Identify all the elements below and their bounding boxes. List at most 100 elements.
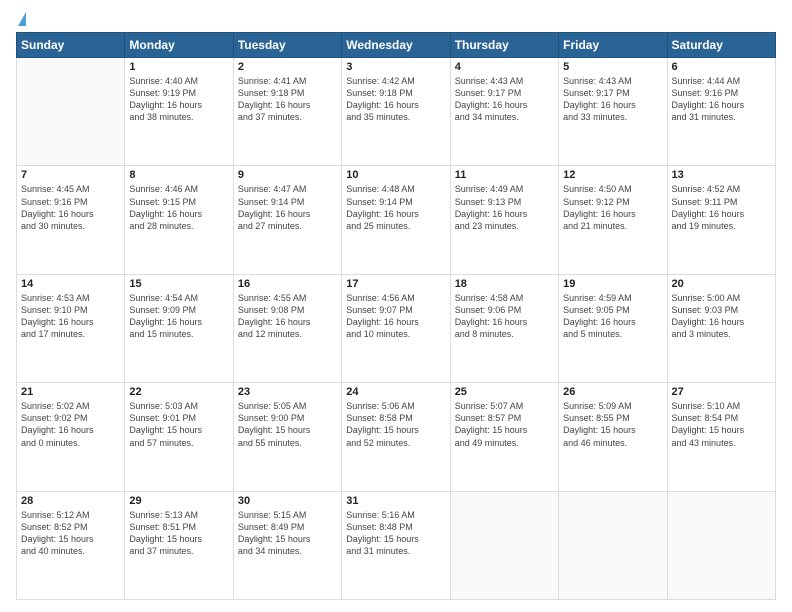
calendar-cell: [667, 491, 775, 599]
day-info: Sunrise: 4:53 AM Sunset: 9:10 PM Dayligh…: [21, 292, 120, 341]
day-number: 5: [563, 61, 662, 73]
day-info: Sunrise: 4:42 AM Sunset: 9:18 PM Dayligh…: [346, 75, 445, 124]
day-info: Sunrise: 5:06 AM Sunset: 8:58 PM Dayligh…: [346, 400, 445, 449]
calendar-cell: 6 Sunrise: 4:44 AM Sunset: 9:16 PM Daylig…: [667, 58, 775, 166]
day-number: 28: [21, 495, 120, 507]
day-info: Sunrise: 4:43 AM Sunset: 9:17 PM Dayligh…: [455, 75, 554, 124]
day-number: 27: [672, 386, 771, 398]
calendar-cell: 12Sunrise: 4:50 AM Sunset: 9:12 PM Dayli…: [559, 166, 667, 274]
calendar-cell: 23 Sunrise: 5:05 AM Sunset: 9:00 PM Dayli…: [233, 383, 341, 491]
day-number: 2: [238, 61, 337, 73]
calendar-cell: 27 Sunrise: 5:10 AM Sunset: 8:54 PM Dayli…: [667, 383, 775, 491]
calendar-cell: 1 Sunrise: 4:40 AM Sunset: 9:19 PM Daylig…: [125, 58, 233, 166]
day-info: Sunrise: 4:48 AM Sunset: 9:14 PM Dayligh…: [346, 183, 445, 232]
calendar-weekday-header: Monday: [125, 33, 233, 58]
calendar-weekday-header: Saturday: [667, 33, 775, 58]
calendar-cell: 10 Sunrise: 4:48 AM Sunset: 9:14 PM Dayli…: [342, 166, 450, 274]
calendar-weekday-header: Friday: [559, 33, 667, 58]
calendar-cell: 11 Sunrise: 4:49 AM Sunset: 9:13 PM Dayli…: [450, 166, 558, 274]
day-info: Sunrise: 5:15 AM Sunset: 8:49 PM Dayligh…: [238, 509, 337, 558]
calendar-week-row: 7Sunrise: 4:45 AM Sunset: 9:16 PM Daylig…: [17, 166, 776, 274]
day-info: Sunrise: 5:02 AM Sunset: 9:02 PM Dayligh…: [21, 400, 120, 449]
calendar-weekday-header: Tuesday: [233, 33, 341, 58]
calendar-cell: 4 Sunrise: 4:43 AM Sunset: 9:17 PM Daylig…: [450, 58, 558, 166]
day-number: 8: [129, 169, 228, 181]
calendar-cell: 22 Sunrise: 5:03 AM Sunset: 9:01 PM Dayli…: [125, 383, 233, 491]
day-info: Sunrise: 4:58 AM Sunset: 9:06 PM Dayligh…: [455, 292, 554, 341]
calendar-cell: 8 Sunrise: 4:46 AM Sunset: 9:15 PM Daylig…: [125, 166, 233, 274]
day-info: Sunrise: 4:56 AM Sunset: 9:07 PM Dayligh…: [346, 292, 445, 341]
calendar-weekday-header: Thursday: [450, 33, 558, 58]
day-info: Sunrise: 5:05 AM Sunset: 9:00 PM Dayligh…: [238, 400, 337, 449]
calendar-cell: 19Sunrise: 4:59 AM Sunset: 9:05 PM Dayli…: [559, 274, 667, 382]
calendar-week-row: 14 Sunrise: 4:53 AM Sunset: 9:10 PM Dayli…: [17, 274, 776, 382]
day-number: 24: [346, 386, 445, 398]
day-number: 6: [672, 61, 771, 73]
day-number: 15: [129, 278, 228, 290]
calendar-cell: [559, 491, 667, 599]
day-number: 11: [455, 169, 554, 181]
calendar-cell: 15 Sunrise: 4:54 AM Sunset: 9:09 PM Dayli…: [125, 274, 233, 382]
day-info: Sunrise: 4:54 AM Sunset: 9:09 PM Dayligh…: [129, 292, 228, 341]
calendar-week-row: 1 Sunrise: 4:40 AM Sunset: 9:19 PM Daylig…: [17, 58, 776, 166]
calendar-cell: 21 Sunrise: 5:02 AM Sunset: 9:02 PM Dayli…: [17, 383, 125, 491]
calendar-cell: [17, 58, 125, 166]
calendar-cell: [450, 491, 558, 599]
day-info: Sunrise: 5:03 AM Sunset: 9:01 PM Dayligh…: [129, 400, 228, 449]
day-info: Sunrise: 5:16 AM Sunset: 8:48 PM Dayligh…: [346, 509, 445, 558]
calendar-table: SundayMondayTuesdayWednesdayThursdayFrid…: [16, 32, 776, 600]
day-number: 21: [21, 386, 120, 398]
calendar-cell: 14 Sunrise: 4:53 AM Sunset: 9:10 PM Dayli…: [17, 274, 125, 382]
day-info: Sunrise: 4:46 AM Sunset: 9:15 PM Dayligh…: [129, 183, 228, 232]
calendar-cell: 26 Sunrise: 5:09 AM Sunset: 8:55 PM Dayli…: [559, 383, 667, 491]
day-info: Sunrise: 4:40 AM Sunset: 9:19 PM Dayligh…: [129, 75, 228, 124]
day-number: 29: [129, 495, 228, 507]
calendar-cell: 2 Sunrise: 4:41 AM Sunset: 9:18 PM Daylig…: [233, 58, 341, 166]
header: [16, 12, 776, 26]
day-number: 17: [346, 278, 445, 290]
day-number: 13: [672, 169, 771, 181]
day-number: 25: [455, 386, 554, 398]
day-info: Sunrise: 4:43 AM Sunset: 9:17 PM Dayligh…: [563, 75, 662, 124]
calendar-cell: 17 Sunrise: 4:56 AM Sunset: 9:07 PM Dayli…: [342, 274, 450, 382]
day-number: 20: [672, 278, 771, 290]
calendar-header-row: SundayMondayTuesdayWednesdayThursdayFrid…: [17, 33, 776, 58]
day-info: Sunrise: 5:09 AM Sunset: 8:55 PM Dayligh…: [563, 400, 662, 449]
day-number: 22: [129, 386, 228, 398]
day-number: 23: [238, 386, 337, 398]
calendar-cell: 13 Sunrise: 4:52 AM Sunset: 9:11 PM Dayli…: [667, 166, 775, 274]
calendar-cell: 28Sunrise: 5:12 AM Sunset: 8:52 PM Dayli…: [17, 491, 125, 599]
calendar-cell: 9 Sunrise: 4:47 AM Sunset: 9:14 PM Daylig…: [233, 166, 341, 274]
calendar-cell: 31 Sunrise: 5:16 AM Sunset: 8:48 PM Dayli…: [342, 491, 450, 599]
day-number: 14: [21, 278, 120, 290]
day-info: Sunrise: 4:52 AM Sunset: 9:11 PM Dayligh…: [672, 183, 771, 232]
logo-triangle-icon: [18, 12, 26, 26]
calendar-cell: 24 Sunrise: 5:06 AM Sunset: 8:58 PM Dayli…: [342, 383, 450, 491]
day-info: Sunrise: 4:50 AM Sunset: 9:12 PM Dayligh…: [563, 183, 662, 232]
calendar-cell: 18 Sunrise: 4:58 AM Sunset: 9:06 PM Dayli…: [450, 274, 558, 382]
day-number: 3: [346, 61, 445, 73]
calendar-cell: 30Sunrise: 5:15 AM Sunset: 8:49 PM Dayli…: [233, 491, 341, 599]
day-number: 16: [238, 278, 337, 290]
day-number: 31: [346, 495, 445, 507]
day-number: 10: [346, 169, 445, 181]
day-number: 26: [563, 386, 662, 398]
day-info: Sunrise: 5:00 AM Sunset: 9:03 PM Dayligh…: [672, 292, 771, 341]
calendar-cell: 20 Sunrise: 5:00 AM Sunset: 9:03 PM Dayli…: [667, 274, 775, 382]
day-number: 4: [455, 61, 554, 73]
day-number: 1: [129, 61, 228, 73]
day-info: Sunrise: 4:49 AM Sunset: 9:13 PM Dayligh…: [455, 183, 554, 232]
day-info: Sunrise: 4:41 AM Sunset: 9:18 PM Dayligh…: [238, 75, 337, 124]
day-info: Sunrise: 4:47 AM Sunset: 9:14 PM Dayligh…: [238, 183, 337, 232]
day-number: 19: [563, 278, 662, 290]
day-info: Sunrise: 4:55 AM Sunset: 9:08 PM Dayligh…: [238, 292, 337, 341]
day-info: Sunrise: 4:45 AM Sunset: 9:16 PM Dayligh…: [21, 183, 120, 232]
calendar-cell: 25Sunrise: 5:07 AM Sunset: 8:57 PM Dayli…: [450, 383, 558, 491]
day-number: 9: [238, 169, 337, 181]
logo: [16, 12, 26, 26]
day-info: Sunrise: 4:44 AM Sunset: 9:16 PM Dayligh…: [672, 75, 771, 124]
day-info: Sunrise: 5:13 AM Sunset: 8:51 PM Dayligh…: [129, 509, 228, 558]
calendar-week-row: 21 Sunrise: 5:02 AM Sunset: 9:02 PM Dayli…: [17, 383, 776, 491]
day-number: 18: [455, 278, 554, 290]
day-info: Sunrise: 5:10 AM Sunset: 8:54 PM Dayligh…: [672, 400, 771, 449]
